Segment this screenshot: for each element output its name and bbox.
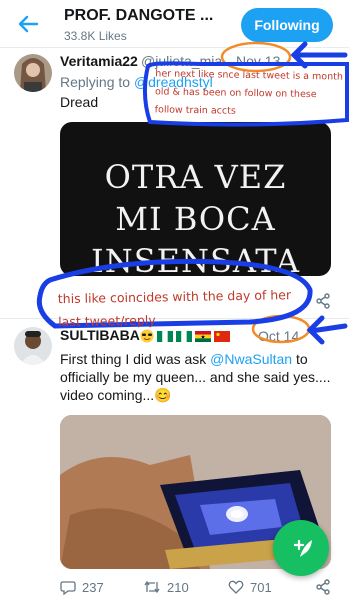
replying-to: Replying to @dreadhstyl (60, 74, 213, 90)
tweet-text-part: First thing I did was ask (60, 351, 211, 367)
comment-icon (60, 581, 76, 595)
tweet-actions: 237 210 701 (0, 579, 349, 599)
tweet-author-name[interactable]: Veritamia22 (60, 53, 138, 69)
like-count: 701 (250, 579, 272, 595)
tweet-item[interactable]: Veritamia22 @julieta_mia Nov 13 Replying… (0, 48, 349, 319)
name-emojis (140, 329, 230, 343)
nigeria-flag-icon (176, 330, 192, 342)
feather-plus-icon (293, 539, 312, 557)
sunglasses-emoji-icon (140, 329, 154, 343)
tweet-date[interactable]: Oct 14 (258, 328, 299, 344)
replying-to-label: Replying to (60, 74, 131, 90)
tweet-text: First thing I did was ask @NwaSultan to … (60, 350, 340, 404)
share-action[interactable] (315, 579, 331, 595)
share-icon (316, 579, 330, 595)
china-flag-icon (214, 330, 230, 342)
tweet-text: Dread (60, 94, 99, 110)
reply-action[interactable]: 237 (60, 579, 104, 595)
top-bar: PROF. DANGOTE ... 33.8K Likes Following (0, 0, 349, 48)
image-text-line: MI BOCA (115, 200, 276, 238)
share-icon[interactable] (315, 293, 331, 309)
avatar[interactable] (14, 54, 52, 92)
nigeria-flag-icon (157, 330, 173, 342)
compose-tweet-button[interactable] (273, 520, 329, 576)
avatar[interactable] (14, 327, 52, 365)
likes-count: 33.8K Likes (64, 29, 127, 43)
page-title: PROF. DANGOTE ... (64, 7, 214, 24)
reply-mention-link[interactable]: @dreadhstyl (134, 74, 213, 90)
following-button[interactable]: Following (241, 8, 333, 42)
heart-icon (228, 580, 244, 594)
tweet-image[interactable]: OTRA VEZ MI BOCA INSENSATA (60, 122, 331, 276)
retweet-count: 210 (167, 579, 189, 595)
reply-count: 237 (82, 579, 104, 595)
tweet-date[interactable]: Nov 13 (236, 53, 280, 69)
tweet-author-name[interactable]: SULTIBABA (60, 327, 140, 343)
mention-link[interactable]: @NwaSultan (210, 351, 292, 367)
retweet-action[interactable]: 210 (143, 579, 189, 595)
back-arrow-icon[interactable] (17, 13, 39, 35)
image-text-line: INSENSATA (91, 242, 300, 276)
tweet-author-handle[interactable]: @julieta_mia (141, 53, 222, 69)
like-action[interactable]: 701 (228, 579, 272, 595)
image-text-line: OTRA VEZ (104, 158, 287, 196)
ghana-flag-icon (195, 330, 211, 342)
retweet-icon (144, 580, 160, 594)
